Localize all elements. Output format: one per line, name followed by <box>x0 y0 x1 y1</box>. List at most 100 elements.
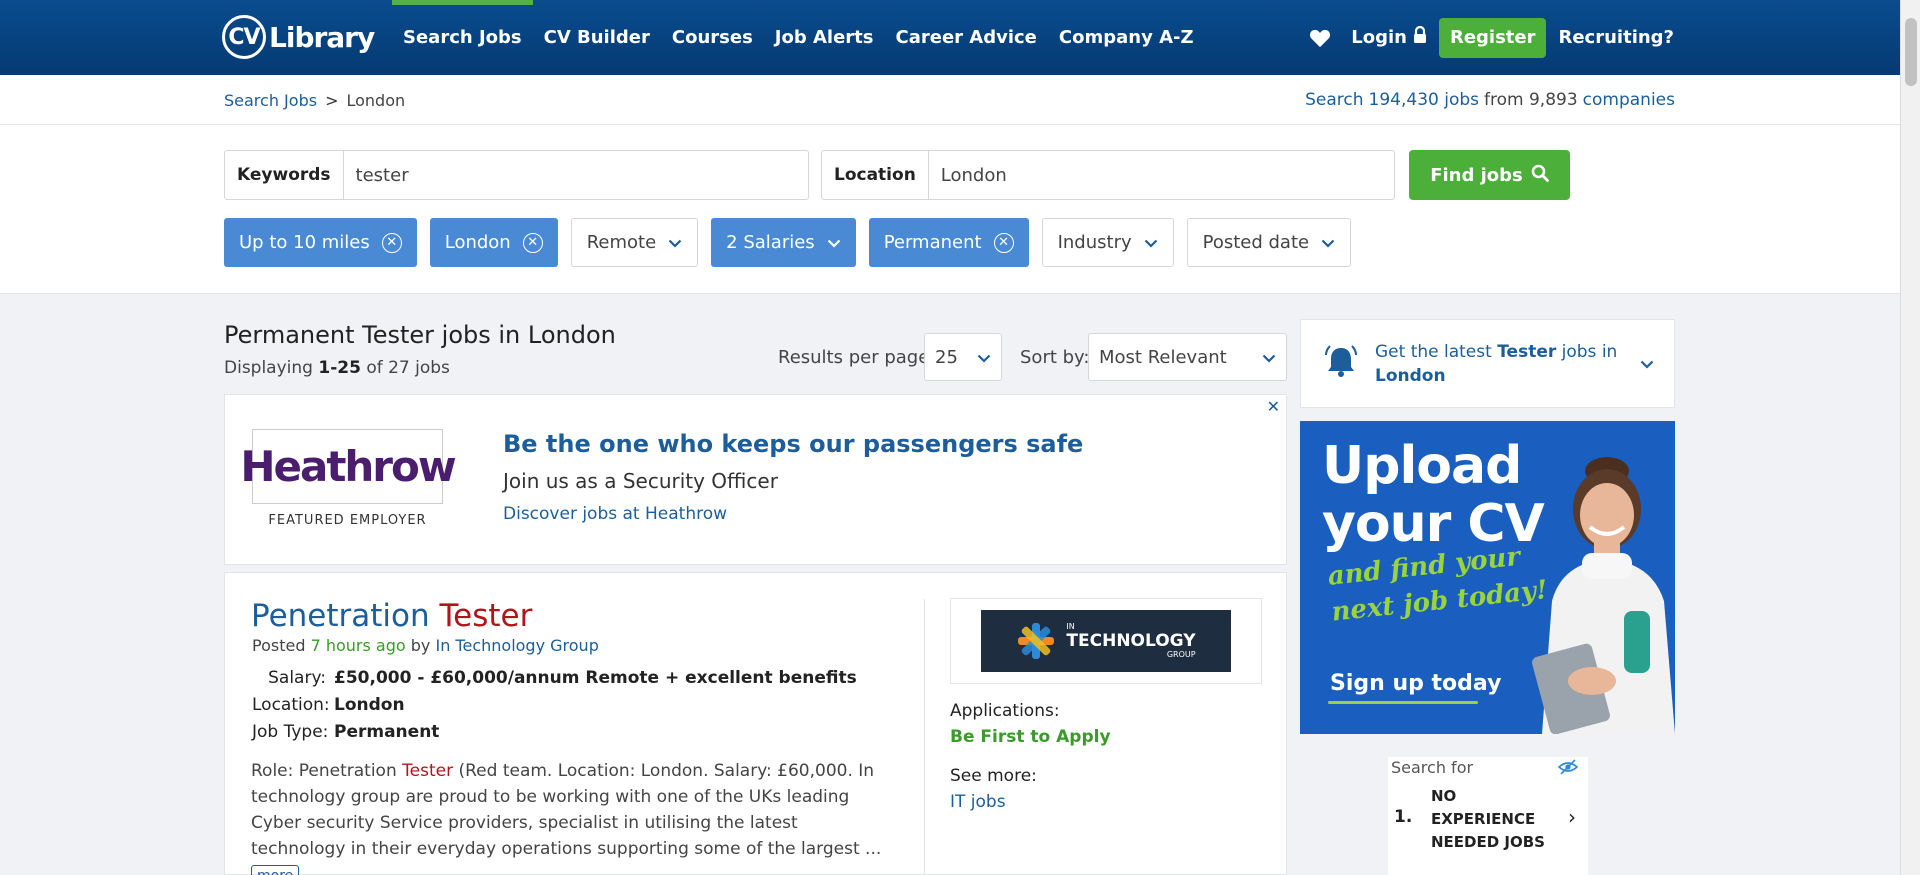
alert-location: London <box>1375 365 1446 386</box>
nav-search-jobs[interactable]: Search Jobs <box>392 0 533 75</box>
featured-employer-ad[interactable]: ✕ Heathrow FEATURED EMPLOYER Be the one … <box>224 394 1287 565</box>
location-input[interactable]: London <box>929 151 1019 199</box>
job-title-highlight: Tester <box>439 598 533 634</box>
register-button[interactable]: Register <box>1438 17 1547 58</box>
scrollbar-thumb[interactable] <box>1905 18 1917 86</box>
sort-by-value: Most Relevant <box>1099 346 1227 368</box>
filter-label: London <box>444 232 511 253</box>
results-displaying: Displaying <box>224 358 313 378</box>
company-logo[interactable]: IN TECHNOLOGY GROUP <box>950 598 1262 684</box>
stats-search-prefix[interactable]: Search <box>1305 90 1363 110</box>
site-header: CV Library Search Jobs CV Builder Course… <box>0 0 1900 75</box>
promo-signup-link[interactable]: Sign up today <box>1330 671 1501 696</box>
lock-icon <box>1413 25 1427 49</box>
job-title-text: Penetration <box>251 598 440 634</box>
clear-filter-icon[interactable]: ✕ <box>522 232 543 253</box>
salary-value: £50,000 - £60,000/annum Remote + excelle… <box>334 668 857 688</box>
filter-posted-date[interactable]: Posted date <box>1186 218 1352 267</box>
more-button[interactable]: more <box>251 865 300 875</box>
chevron-down-icon <box>1321 232 1335 253</box>
heathrow-logo[interactable]: Heathrow <box>240 429 457 504</box>
nav-cv-builder[interactable]: CV Builder <box>533 0 661 75</box>
login-link[interactable]: Login <box>1351 25 1427 49</box>
breadcrumb-bar: Search Jobs > London Search 194,430 jobs… <box>0 75 1900 125</box>
nav-courses[interactable]: Courses <box>661 0 764 75</box>
nav-job-alerts[interactable]: Job Alerts <box>764 0 885 75</box>
sort-by-select[interactable]: Most Relevant <box>1088 333 1287 381</box>
filter-label: Up to 10 miles <box>239 232 370 253</box>
results-per-page-select[interactable]: 25 <box>924 333 1002 381</box>
company-link[interactable]: In Technology Group <box>435 636 598 655</box>
filter-industry[interactable]: Industry <box>1041 218 1174 267</box>
upload-cv-promo[interactable]: Upload your CV and find your next job to… <box>1300 421 1675 734</box>
cv-library-logo[interactable]: CV Library <box>222 11 375 63</box>
filter-remote[interactable]: Remote <box>570 218 699 267</box>
location-label: Location <box>822 151 929 199</box>
page-scrollbar[interactable] <box>1900 0 1920 875</box>
ad-title[interactable]: Be the one who keeps our passengers safe <box>503 430 1083 458</box>
alert-keyword: Tester <box>1497 341 1557 362</box>
site-stats: Search 194,430 jobs from 9,893 companies <box>1305 75 1675 125</box>
job-title-link[interactable]: Penetration Tester <box>251 598 532 634</box>
keywords-field[interactable]: Keywords tester <box>224 150 809 200</box>
close-icon[interactable]: ✕ <box>1267 397 1280 416</box>
logo-wordmark: Library <box>269 20 375 54</box>
chevron-right-icon: › <box>1568 805 1576 829</box>
ad-discover-link[interactable]: Discover jobs at Heathrow <box>503 504 727 524</box>
search-for-number: 1. <box>1394 807 1413 827</box>
location-field[interactable]: Location London <box>821 150 1395 200</box>
breadcrumb: Search Jobs > London <box>224 75 405 125</box>
job-type-value: Permanent <box>334 722 440 742</box>
promo-heading-line1: Upload <box>1322 436 1522 496</box>
nav-company-az[interactable]: Company A-Z <box>1048 0 1205 75</box>
filter-label: Industry <box>1057 232 1132 253</box>
login-label: Login <box>1351 27 1407 48</box>
breadcrumb-separator: > <box>325 90 339 110</box>
see-more-link[interactable]: IT jobs <box>950 792 1006 812</box>
eye-slash-icon[interactable] <box>1557 759 1579 779</box>
filter-chips: Up to 10 miles ✕ London ✕ Remote 2 Salar… <box>224 218 1352 267</box>
find-jobs-button[interactable]: Find jobs <box>1409 150 1570 200</box>
nav-career-advice[interactable]: Career Advice <box>885 0 1048 75</box>
stats-from-companies: from 9,893 <box>1484 90 1578 110</box>
ad-subtitle: Join us as a Security Officer <box>503 469 778 493</box>
breadcrumb-current: London <box>346 90 406 110</box>
promo-person-illustration <box>1532 457 1675 734</box>
featured-employer-label: FEATURED EMPLOYER <box>268 513 427 528</box>
main-nav: Search Jobs CV Builder Courses Job Alert… <box>392 0 1205 75</box>
search-for-widget[interactable]: Search for 1. NO EXPERIENCE NEEDED JOBS … <box>1388 757 1588 875</box>
filter-distance[interactable]: Up to 10 miles ✕ <box>224 218 417 267</box>
posted-time: 7 hours ago <box>310 636 406 655</box>
promo-underline <box>1328 701 1478 704</box>
search-for-item[interactable]: NO EXPERIENCE NEEDED JOBS <box>1431 785 1551 854</box>
bell-icon <box>1321 342 1361 386</box>
desc-part: Role: Penetration <box>251 761 403 781</box>
results-per-page-label: Results per page: <box>778 347 936 368</box>
job-alert-text: Get the latest Tester jobs in London <box>1375 340 1626 388</box>
breadcrumb-search-jobs[interactable]: Search Jobs <box>224 91 317 110</box>
filter-label: Posted date <box>1202 232 1310 253</box>
job-alert-box[interactable]: Get the latest Tester jobs in London <box>1300 319 1675 408</box>
heart-icon[interactable] <box>1307 25 1333 51</box>
filter-salaries[interactable]: 2 Salaries <box>711 218 856 267</box>
company-logo-text: IN TECHNOLOGY GROUP <box>1066 620 1195 662</box>
job-posted-info: Posted 7 hours ago by In Technology Grou… <box>252 636 599 655</box>
filter-location[interactable]: London ✕ <box>429 218 558 267</box>
posted-label: Posted <box>252 636 306 655</box>
alert-pre: Get the latest <box>1375 341 1492 362</box>
clear-filter-icon[interactable]: ✕ <box>993 232 1014 253</box>
filter-job-type[interactable]: Permanent ✕ <box>868 218 1029 267</box>
promo-heading: Upload your CV <box>1322 436 1545 553</box>
applications-label: Applications: <box>950 701 1060 721</box>
keywords-label: Keywords <box>225 151 344 199</box>
job-description: Role: Penetration Tester (Red team. Loca… <box>251 758 891 875</box>
search-icon <box>1531 164 1549 187</box>
chevron-down-icon <box>977 347 991 368</box>
recruiting-link[interactable]: Recruiting? <box>1558 27 1674 48</box>
stats-jobs-count[interactable]: 194,430 jobs <box>1369 90 1479 110</box>
keywords-input[interactable]: tester <box>344 151 421 199</box>
results-count: Displaying 1-25 of 27 jobs <box>224 358 450 378</box>
clear-filter-icon[interactable]: ✕ <box>381 232 402 253</box>
location-label: Location: <box>252 695 330 715</box>
stats-companies-link[interactable]: companies <box>1583 90 1675 110</box>
